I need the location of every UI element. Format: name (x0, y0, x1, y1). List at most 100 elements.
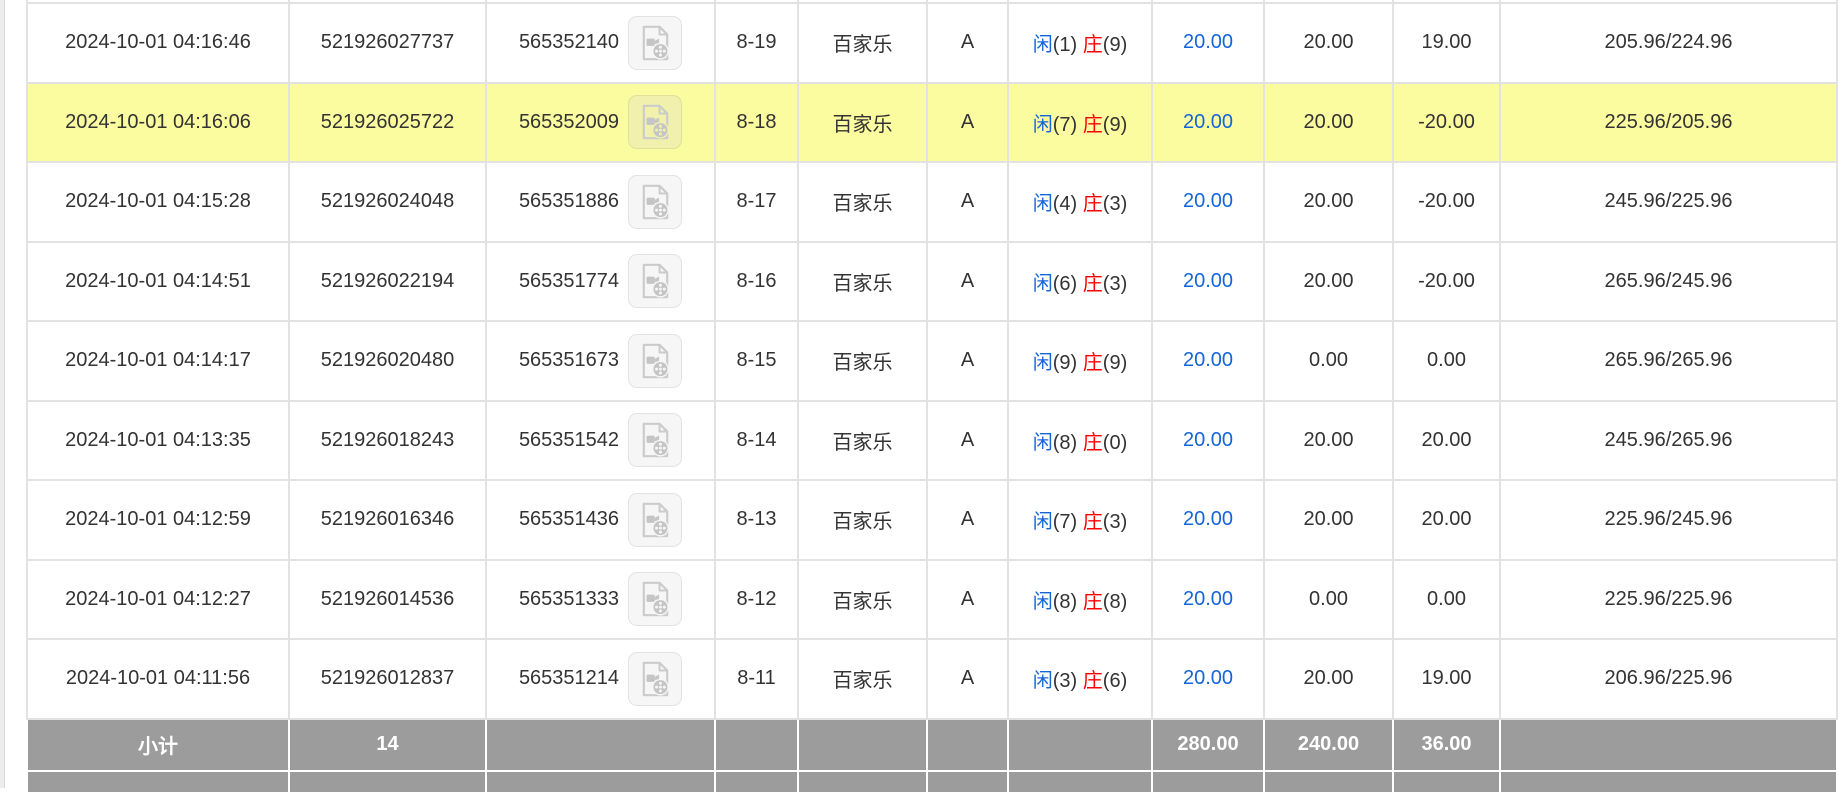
game-type-cell: 百家乐 (798, 401, 927, 481)
game-id-text: 565351673 (519, 349, 619, 372)
player-result-label: 闲 (1033, 670, 1053, 692)
player-result-score: (4) (1053, 193, 1077, 215)
game-id-cell: 565351774 (486, 242, 715, 322)
bet-amount-link[interactable]: 20.00 (1183, 270, 1233, 292)
round-cell: 8-11 (715, 639, 798, 719)
bet-amount-cell: 20.00 (1152, 3, 1264, 83)
bet-amount-link[interactable]: 20.00 (1183, 508, 1233, 530)
balance-cell: 265.96/265.96 (1500, 321, 1837, 401)
bet-amount-link[interactable]: 20.00 (1183, 111, 1233, 133)
video-file-icon (639, 661, 672, 697)
subtotal-empty-cell (798, 719, 927, 771)
bet-amount-link[interactable]: 20.00 (1183, 349, 1233, 371)
record-row[interactable]: 2024-10-01 04:14:51521926022194565351774… (27, 242, 1837, 322)
video-replay-button[interactable] (628, 334, 682, 388)
player-result-label: 闲 (1033, 273, 1053, 295)
record-row[interactable]: 2024-10-01 04:12:27521926014536565351333… (27, 560, 1837, 640)
record-row[interactable]: 2024-10-01 04:16:46521926027737565352140… (27, 3, 1837, 83)
bet-id-cell: 521926018243 (289, 401, 486, 481)
game-id-group: 565351214 (487, 652, 714, 706)
bet-amount-cell: 20.00 (1152, 162, 1264, 242)
grade-cell: A (927, 480, 1008, 560)
time-cell: 2024-10-01 04:12:27 (27, 560, 289, 640)
result-cell: 闲(7) 庄(9) (1008, 83, 1152, 163)
bet-amount-cell: 20.00 (1152, 401, 1264, 481)
result-cell: 闲(1) 庄(9) (1008, 3, 1152, 83)
player-result-score: (1) (1053, 34, 1077, 56)
subtotal-count-cell: 14 (289, 719, 486, 771)
balance-cell: 245.96/225.96 (1500, 162, 1837, 242)
time-cell: 2024-10-01 04:12:59 (27, 480, 289, 560)
winloss-cell: 0.00 (1393, 321, 1500, 401)
subtotal-empty-cell (1500, 719, 1837, 771)
bet-amount-link[interactable]: 20.00 (1183, 190, 1233, 212)
record-row[interactable]: 2024-10-01 04:12:59521926016346565351436… (27, 480, 1837, 560)
record-row[interactable]: 2024-10-01 04:15:28521926024048 565351886… (27, 162, 1837, 242)
bet-id-cell: 521926024048 (289, 162, 486, 242)
subtotal-empty-cell (1008, 719, 1152, 771)
game-id-text: 565351886 (519, 190, 619, 213)
banker-result-score: (3) (1103, 273, 1127, 295)
player-result-label: 闲 (1033, 432, 1053, 454)
time-cell: 2024-10-01 04:15:28 (27, 162, 289, 242)
result-cell: 闲(6) 庄(3) (1008, 242, 1152, 322)
game-id-cell: 565352140 (486, 3, 715, 83)
video-file-icon (639, 25, 672, 61)
winloss-cell: 19.00 (1393, 3, 1500, 83)
bet-amount-link[interactable]: 20.00 (1183, 667, 1233, 689)
bet-amount-cell: 20.00 (1152, 321, 1264, 401)
video-replay-button[interactable] (628, 413, 682, 467)
bet-amount-link[interactable]: 20.00 (1183, 588, 1233, 610)
banker-result-score: (0) (1103, 432, 1127, 454)
video-replay-button[interactable] (628, 572, 682, 626)
valid-amount-cell: 20.00 (1264, 639, 1393, 719)
grade-cell: A (927, 639, 1008, 719)
left-gutter-strip (0, 0, 5, 788)
banker-result-score: (6) (1103, 670, 1127, 692)
video-replay-button[interactable] (628, 95, 682, 149)
round-cell: 8-14 (715, 401, 798, 481)
video-replay-button[interactable] (628, 493, 682, 547)
record-row[interactable]: 2024-10-01 04:14:17521926020480565351673… (27, 321, 1837, 401)
winloss-cell: 20.00 (1393, 401, 1500, 481)
game-id-group: 565351886 (487, 175, 714, 229)
banker-result-score: (9) (1103, 114, 1127, 136)
subtotal-empty-cell (715, 719, 798, 771)
banker-result-label: 庄 (1083, 114, 1103, 136)
video-replay-button[interactable] (628, 175, 682, 229)
time-cell: 2024-10-01 04:14:17 (27, 321, 289, 401)
video-replay-button[interactable] (628, 254, 682, 308)
video-replay-button[interactable] (628, 652, 682, 706)
balance-cell: 225.96/205.96 (1500, 83, 1837, 163)
grade-cell: A (927, 321, 1008, 401)
bet-amount-link[interactable]: 20.00 (1183, 31, 1233, 53)
bet-amount-link[interactable]: 20.00 (1183, 429, 1233, 451)
player-result-score: (7) (1053, 114, 1077, 136)
bet-amount-cell: 20.00 (1152, 480, 1264, 560)
record-row[interactable]: 2024-10-01 04:16:06521926025722565352009… (27, 83, 1837, 163)
game-type-cell: 百家乐 (798, 3, 927, 83)
game-type-cell: 百家乐 (798, 83, 927, 163)
game-type-cell: 百家乐 (798, 480, 927, 560)
game-id-group: 565352009 (487, 95, 714, 149)
total-row-partial (27, 771, 1837, 792)
grade-cell: A (927, 3, 1008, 83)
winloss-cell: 0.00 (1393, 560, 1500, 640)
video-replay-button[interactable] (628, 16, 682, 70)
winloss-cell: -20.00 (1393, 162, 1500, 242)
page-root: { "colors": { "accent_blue": "#1565d8", … (0, 0, 1846, 788)
game-id-text: 565352140 (519, 31, 619, 54)
valid-amount-cell: 20.00 (1264, 242, 1393, 322)
balance-cell: 245.96/265.96 (1500, 401, 1837, 481)
record-row[interactable]: 2024-10-01 04:13:35521926018243565351542… (27, 401, 1837, 481)
banker-result-score: (8) (1103, 591, 1127, 613)
records-body: 2024-10-01 04:16:46521926027737565352140… (27, 0, 1837, 792)
record-row[interactable]: 2024-10-01 04:11:56521926012837565351214… (27, 639, 1837, 719)
video-file-icon (639, 184, 672, 220)
player-result-score: (6) (1053, 273, 1077, 295)
bet-amount-cell: 20.00 (1152, 242, 1264, 322)
game-id-text: 565351542 (519, 429, 619, 452)
video-file-icon (639, 422, 672, 458)
player-result-score: (8) (1053, 432, 1077, 454)
game-type-cell: 百家乐 (798, 560, 927, 640)
